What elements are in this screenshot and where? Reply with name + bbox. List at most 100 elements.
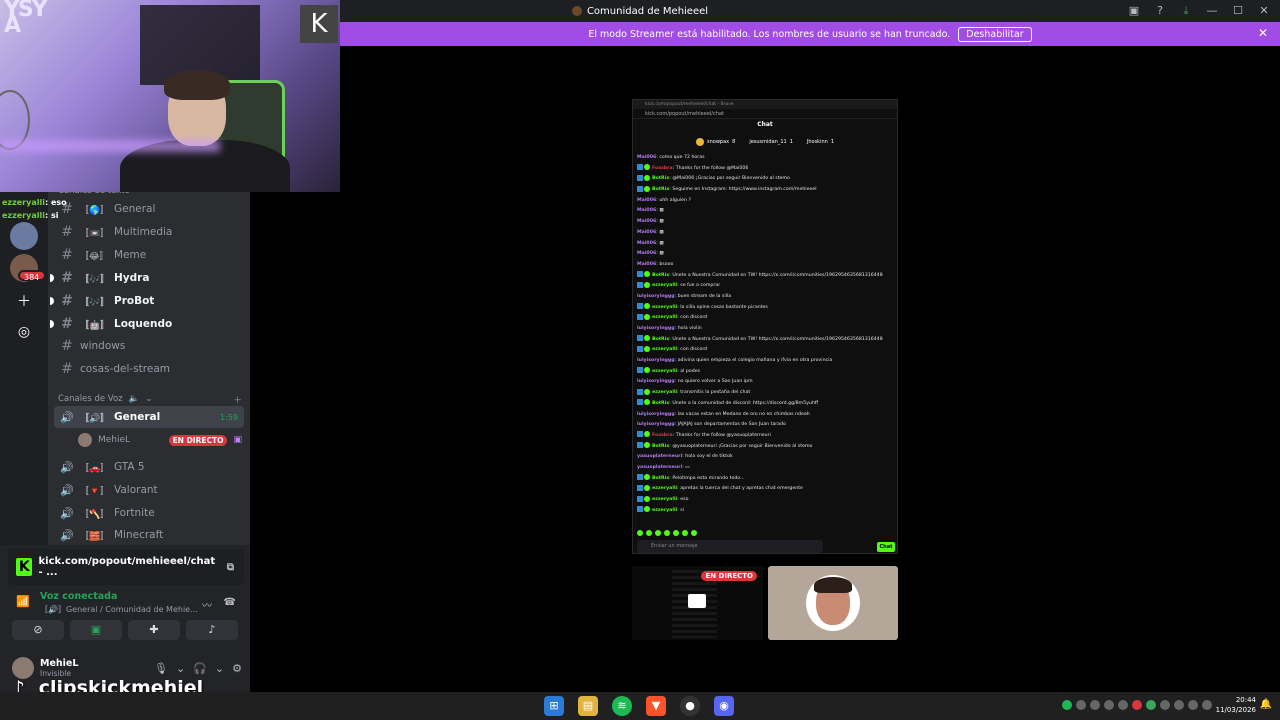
chat-username[interactable]: BotRix [652, 176, 669, 181]
maximize-icon[interactable]: ☐ [1230, 3, 1246, 19]
tray-icon[interactable] [1132, 700, 1142, 710]
emoji-icon[interactable] [637, 530, 643, 536]
soundboard-button[interactable]: ♪ [186, 620, 238, 640]
tray-icon[interactable] [1174, 700, 1184, 710]
obs-icon[interactable]: ● [680, 696, 700, 716]
chat-username[interactable]: Mai006 [637, 251, 656, 256]
emoji-icon[interactable] [664, 530, 670, 536]
chat-username[interactable]: BotRix [652, 401, 669, 406]
chat-username[interactable]: ezzeryalli [652, 369, 677, 374]
emoji-icon[interactable] [655, 530, 661, 536]
chat-username[interactable]: BotRix [652, 444, 669, 449]
disable-streamer-button[interactable]: Deshabilitar [958, 26, 1032, 42]
voice-channel-gta5[interactable]: 🔊 〚🚗〛 GTA 5 [54, 456, 244, 478]
file-explorer-icon[interactable]: ▤ [578, 696, 598, 716]
help-icon[interactable]: ? [1152, 3, 1168, 19]
emoji-icon[interactable] [691, 530, 697, 536]
chat-username[interactable]: Fossbra [652, 433, 673, 438]
chat-username[interactable]: yasuoplaterneuri [637, 465, 682, 470]
chat-username[interactable]: ezzeryalli [652, 283, 677, 288]
headphones-icon[interactable]: 🎧 [193, 662, 207, 675]
chat-username[interactable]: BotRix [652, 187, 669, 192]
emoji-icon[interactable] [673, 530, 679, 536]
banner-close-icon[interactable]: ✕ [1258, 26, 1268, 40]
chat-username[interactable]: BotRix [652, 476, 669, 481]
tray-icon[interactable] [1076, 700, 1086, 710]
tray-icon[interactable] [1104, 700, 1114, 710]
voice-user[interactable]: MehieL EN DIRECTO ▣ [78, 431, 248, 449]
discover-icon[interactable]: ◎ [10, 318, 38, 346]
add-server-icon[interactable]: ＋ [10, 288, 38, 316]
voice-channel-valorant[interactable]: 🔊 〚🔻〛 Valorant [54, 479, 244, 501]
chat-username[interactable]: Mai006 [637, 241, 656, 246]
chat-username[interactable]: Mai006 [637, 198, 656, 203]
signal-icon[interactable]: 📶 [16, 595, 30, 608]
activities-button[interactable]: ✚ [128, 620, 180, 640]
chevron-down-icon[interactable]: ⌄ [215, 662, 224, 675]
chat-username[interactable]: luiyisoryinggg [637, 294, 675, 299]
emoji-icon[interactable] [646, 530, 652, 536]
spotify-icon[interactable]: ≋ [612, 696, 632, 716]
chat-username[interactable]: ezzeryalli [652, 315, 677, 320]
tray-icon[interactable] [1118, 700, 1128, 710]
disconnect-icon[interactable]: ☎ [224, 597, 236, 608]
chat-username[interactable]: ezzeryalli [652, 305, 677, 310]
channel-multimedia[interactable]: # 〚📼〛 Multimedia [54, 221, 244, 243]
browser-tab[interactable]: kick.com/popout/mehieeel/chat - Brave [633, 100, 897, 109]
chat-input[interactable]: Enviar un mensaje [637, 540, 823, 553]
discord-icon[interactable]: ◉ [714, 696, 734, 716]
chat-username[interactable]: ezzeryalli [652, 390, 677, 395]
start-menu-icon[interactable]: ⊞ [544, 696, 564, 716]
channel-probot[interactable]: # 〚🎶〛 ProBot [50, 290, 244, 312]
chat-username[interactable]: Mai006 [637, 155, 656, 160]
channel-hydra[interactable]: # 〚🎶〛 Hydra [50, 267, 244, 289]
close-window-icon[interactable]: ✕ [1256, 3, 1272, 19]
chat-username[interactable]: ezzeryalli [652, 486, 677, 491]
browser-url[interactable]: kick.com/popout/mehieeel/chat [633, 109, 897, 119]
chat-username[interactable]: luiyisoryinggg [637, 412, 675, 417]
chat-username[interactable]: BotRix [652, 337, 669, 342]
channel-meme[interactable]: # 〚😂〛 Meme [54, 244, 244, 266]
brave-icon[interactable]: ▼ [646, 696, 666, 716]
chat-username[interactable]: Mai006 [637, 230, 656, 235]
microphone-icon[interactable]: 🎙 [154, 662, 168, 675]
chat-username[interactable]: Fossbra [652, 166, 673, 171]
download-icon[interactable]: ⤓ [1178, 3, 1194, 19]
screen-share-icon[interactable]: ▣ [1126, 3, 1142, 19]
popout-icon[interactable]: ⧉ [227, 562, 234, 573]
chat-username[interactable]: BotRix [652, 273, 669, 278]
gear-icon[interactable]: ⚙ [232, 662, 242, 675]
notification-icon[interactable]: 🔔 [1260, 699, 1272, 710]
chat-username[interactable]: yasuoplaterneuri [637, 454, 682, 459]
volume-icon[interactable] [1202, 700, 1212, 710]
voice-channel-general[interactable]: 🔊 〚🔊〛 General 1:59 [54, 406, 244, 428]
server-avatar[interactable] [10, 222, 38, 250]
minimize-icon[interactable]: — [1204, 3, 1220, 19]
chat-username[interactable]: Mai006 [637, 219, 656, 224]
chat-username[interactable]: luiyisoryinggg [637, 422, 675, 427]
emoji-icon[interactable] [682, 530, 688, 536]
activity-row[interactable]: K kick.com/popout/mehieeel/chat - ... ⧉ [8, 549, 244, 585]
chat-username[interactable]: luiyisoryinggg [637, 326, 675, 331]
chat-username[interactable]: ezzeryalli [652, 497, 677, 502]
chat-username[interactable]: luiyisoryinggg [637, 379, 675, 384]
chat-username[interactable]: Mai006 [637, 208, 656, 213]
stream-tile[interactable]: EN DIRECTO [632, 566, 763, 640]
channel-loquendo[interactable]: # 〚🤖〛 Loquendo [50, 313, 244, 335]
chat-username[interactable]: Mai006 [637, 262, 656, 267]
wifi-icon[interactable] [1188, 700, 1198, 710]
add-channel-icon[interactable]: ＋ [233, 394, 242, 406]
user-avatar-tile[interactable] [768, 566, 898, 640]
tray-icon[interactable] [1062, 700, 1072, 710]
channel-windows[interactable]: # windows [54, 335, 244, 357]
tray-icon[interactable] [1090, 700, 1100, 710]
noise-suppression-icon[interactable]: 〰 [202, 597, 212, 612]
voice-channel-fortnite[interactable]: 🔊 〚🪓〛 Fortnite [54, 502, 244, 524]
tray-icon[interactable] [1146, 700, 1156, 710]
screen-share-button[interactable]: ▣ [70, 620, 122, 640]
voice-channel-minecraft[interactable]: 🔊 〚🧱〛 Minecraft [54, 524, 244, 546]
chat-username[interactable]: luiyisoryinggg [637, 358, 675, 363]
tray-icon[interactable] [1160, 700, 1170, 710]
camera-off-button[interactable]: ⊘ [12, 620, 64, 640]
channel-cosas-del-stream[interactable]: # cosas-del-stream [54, 358, 244, 380]
